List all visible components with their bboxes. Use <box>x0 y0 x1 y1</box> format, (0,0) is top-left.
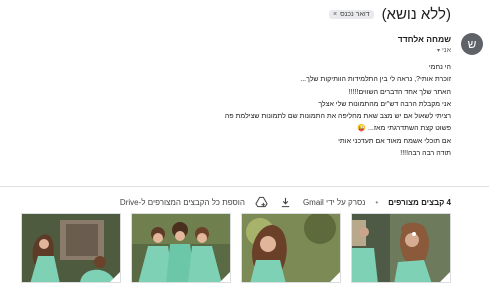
message-line: אם תוכלי אשמח מאוד אם תעדכני אותי <box>338 137 451 145</box>
sender-avatar[interactable]: ש <box>461 33 483 55</box>
sender-name[interactable]: שמחה אלחדד <box>398 34 451 44</box>
message-line: פשוט קצת השתדרגתי מאז... 😜 <box>357 125 451 133</box>
sender-block: שמחה אלחדד אני ▾ <box>398 34 451 54</box>
attachments-count: 4 קבצים מצורפים <box>388 197 451 207</box>
thumbnail-fold <box>440 272 450 282</box>
thumbnail-fold <box>330 272 340 282</box>
chevron-down-icon[interactable]: ▾ <box>437 47 440 54</box>
subject-header: (ללא נושא) דואר נכנס × <box>328 6 451 23</box>
message-line: תודה רבה רבה!!!! <box>400 150 451 158</box>
message-line: רציתי לשאול אם יש מצב שאת מחליפה את התמו… <box>224 113 451 121</box>
recipient-details[interactable]: אני ▾ <box>398 47 451 54</box>
subject-title: (ללא נושא) <box>381 6 451 23</box>
attachment-thumbnail[interactable] <box>21 213 121 283</box>
attachment-thumbnails <box>0 213 489 283</box>
message-line: אני מקבלת הרבה דש"ים מהתמונות שלי אצלך <box>318 100 451 108</box>
add-to-drive-icon[interactable] <box>255 195 269 209</box>
recipient-label: אני <box>442 47 451 54</box>
download-all-icon[interactable] <box>279 195 293 209</box>
remove-label-icon[interactable]: × <box>333 11 337 18</box>
message-body: הי נחמי זוכרת אותי?, נראה לי בין התלמידו… <box>191 62 451 160</box>
attachment-thumbnail[interactable] <box>351 213 451 283</box>
thumbnail-fold <box>110 272 120 282</box>
message-line: האתר שלך אחד הדברים השווים!!!!! <box>348 88 451 96</box>
attachments-divider <box>0 186 489 187</box>
inbox-label-text: דואר נכנס <box>340 11 370 18</box>
add-all-to-drive-link[interactable]: הוספת כל הקבצים המצורפים ל-Drive <box>120 198 245 207</box>
inbox-label-chip[interactable]: דואר נכנס × <box>328 10 374 19</box>
gmail-scan-label[interactable]: נסרק על ידי Gmail <box>303 198 365 207</box>
message-line: הי נחמי <box>428 64 451 71</box>
thumbnail-fold <box>220 272 230 282</box>
message-line: זוכרת אותי?, נראה לי בין התלמידות הוותיק… <box>300 76 451 84</box>
attachments-bar: 4 קבצים מצורפים • נסרק על ידי Gmail הוספ… <box>120 195 451 209</box>
attachment-thumbnail[interactable] <box>131 213 231 283</box>
separator-dot: • <box>375 197 379 207</box>
attachment-thumbnail[interactable] <box>241 213 341 283</box>
